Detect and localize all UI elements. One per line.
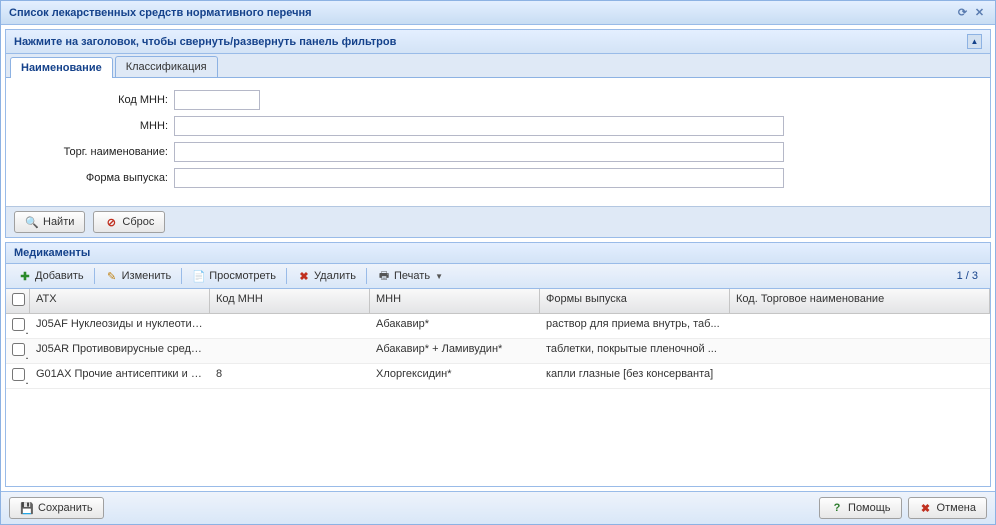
edit-button[interactable]: ✎ Изменить <box>99 267 178 285</box>
window-title-text: Список лекарственных средств нормативног… <box>9 7 312 19</box>
row-checkbox[interactable] <box>6 339 30 363</box>
cell-mnn: Абакавир* <box>370 314 540 338</box>
delete-button[interactable]: ✖ Удалить <box>291 267 362 285</box>
cell-trade <box>730 314 990 338</box>
refresh-icon[interactable]: ⟳ <box>955 5 970 20</box>
reset-button[interactable]: ⊘ Сброс <box>93 211 165 233</box>
cell-code: 8 <box>210 364 370 388</box>
table-row[interactable]: J05AF Нуклеозиды и нуклеотид... Абакавир… <box>6 314 990 339</box>
find-button-label: Найти <box>43 216 74 228</box>
delete-label: Удалить <box>314 270 356 282</box>
cancel-button[interactable]: ✖ Отмена <box>908 497 987 519</box>
save-label: Сохранить <box>38 502 93 514</box>
chevron-down-icon: ▼ <box>435 272 443 281</box>
table-row[interactable]: G01AX Прочие антисептики и п... 8 Хлорге… <box>6 364 990 389</box>
view-button[interactable]: 📄 Просмотреть <box>186 267 282 285</box>
toolbar-separator <box>94 268 95 284</box>
help-icon: ? <box>830 501 844 515</box>
row-checkbox[interactable] <box>6 364 30 388</box>
close-icon[interactable]: ✕ <box>972 5 987 20</box>
edit-label: Изменить <box>122 270 172 282</box>
filter-panel: Нажмите на заголовок, чтобы свернуть/раз… <box>5 29 991 238</box>
col-atc[interactable]: АТХ <box>30 289 210 313</box>
tab-classification[interactable]: Классификация <box>115 56 218 77</box>
help-label: Помощь <box>848 502 891 514</box>
save-button[interactable]: 💾 Сохранить <box>9 497 104 519</box>
toolbar-separator <box>366 268 367 284</box>
col-mnn[interactable]: МНН <box>370 289 540 313</box>
print-icon: 🖶 <box>377 269 391 283</box>
collapse-up-icon[interactable]: ▲ <box>967 34 982 49</box>
help-button[interactable]: ? Помощь <box>819 497 902 519</box>
cell-mnn: Абакавир* + Ламивудин* <box>370 339 540 363</box>
add-icon: ✚ <box>18 269 32 283</box>
add-label: Добавить <box>35 270 84 282</box>
cell-form: капли глазные [без консерванта] <box>540 364 730 388</box>
cancel-icon: ✖ <box>919 501 933 515</box>
cell-trade <box>730 339 990 363</box>
mnn-input[interactable] <box>174 116 784 136</box>
window-titlebar: Список лекарственных средств нормативног… <box>1 1 995 25</box>
reset-button-label: Сброс <box>122 216 154 228</box>
window-tools: ⟳ ✕ <box>955 5 987 20</box>
save-icon: 💾 <box>20 501 34 515</box>
cell-atc: G01AX Прочие антисептики и п... <box>30 364 210 388</box>
reset-icon: ⊘ <box>104 215 118 229</box>
grid-toolbar: ✚ Добавить ✎ Изменить 📄 Просмотреть ✖ Уд… <box>6 264 990 289</box>
cell-code <box>210 314 370 338</box>
trade-name-label: Торг. наименование: <box>14 146 174 158</box>
cell-form: таблетки, покрытые пленочной ... <box>540 339 730 363</box>
row-checkbox[interactable] <box>6 314 30 338</box>
find-button[interactable]: 🔍 Найти <box>14 211 85 233</box>
print-button[interactable]: 🖶 Печать ▼ <box>371 267 449 285</box>
trade-name-input[interactable] <box>174 142 784 162</box>
edit-icon: ✎ <box>105 269 119 283</box>
filter-form: Код МНН: МНН: Торг. наименование: Форма … <box>6 78 990 206</box>
form-label: Форма выпуска: <box>14 172 174 184</box>
mnn-label: МНН: <box>14 120 174 132</box>
tab-name[interactable]: Наименование <box>10 57 113 78</box>
code-mnn-label: Код МНН: <box>14 94 174 106</box>
grid-panel: Медикаменты ✚ Добавить ✎ Изменить 📄 Прос… <box>5 242 991 487</box>
table-row[interactable]: J05AR Противовирусные средст... Абакавир… <box>6 339 990 364</box>
toolbar-separator <box>286 268 287 284</box>
cell-code <box>210 339 370 363</box>
cancel-label: Отмена <box>937 502 976 514</box>
cell-atc: J05AF Нуклеозиды и нуклеотид... <box>30 314 210 338</box>
form-input[interactable] <box>174 168 784 188</box>
toolbar-separator <box>181 268 182 284</box>
cell-trade <box>730 364 990 388</box>
grid-title: Медикаменты <box>6 243 990 264</box>
print-label: Печать <box>394 270 430 282</box>
cell-form: раствор для приема внутрь, таб... <box>540 314 730 338</box>
col-form[interactable]: Формы выпуска <box>540 289 730 313</box>
filter-header[interactable]: Нажмите на заголовок, чтобы свернуть/раз… <box>6 30 990 54</box>
footer: 💾 Сохранить ? Помощь ✖ Отмена <box>1 491 995 524</box>
filter-header-text: Нажмите на заголовок, чтобы свернуть/раз… <box>14 36 396 48</box>
col-trade[interactable]: Код. Торговое наименование <box>730 289 990 313</box>
code-mnn-input[interactable] <box>174 90 260 110</box>
delete-icon: ✖ <box>297 269 311 283</box>
grid-body: J05AF Нуклеозиды и нуклеотид... Абакавир… <box>6 314 990 486</box>
search-icon: 🔍 <box>25 215 39 229</box>
view-icon: 📄 <box>192 269 206 283</box>
window: Список лекарственных средств нормативног… <box>0 0 996 525</box>
grid-header: АТХ Код МНН МНН Формы выпуска Код. Торго… <box>6 289 990 314</box>
view-label: Просмотреть <box>209 270 276 282</box>
page-info: 1 / 3 <box>957 270 984 282</box>
filter-button-bar: 🔍 Найти ⊘ Сброс <box>6 206 990 237</box>
header-checkbox[interactable] <box>6 289 30 313</box>
filter-tabs: Наименование Классификация <box>6 54 990 78</box>
cell-mnn: Хлоргексидин* <box>370 364 540 388</box>
cell-atc: J05AR Противовирусные средст... <box>30 339 210 363</box>
add-button[interactable]: ✚ Добавить <box>12 267 90 285</box>
col-code[interactable]: Код МНН <box>210 289 370 313</box>
